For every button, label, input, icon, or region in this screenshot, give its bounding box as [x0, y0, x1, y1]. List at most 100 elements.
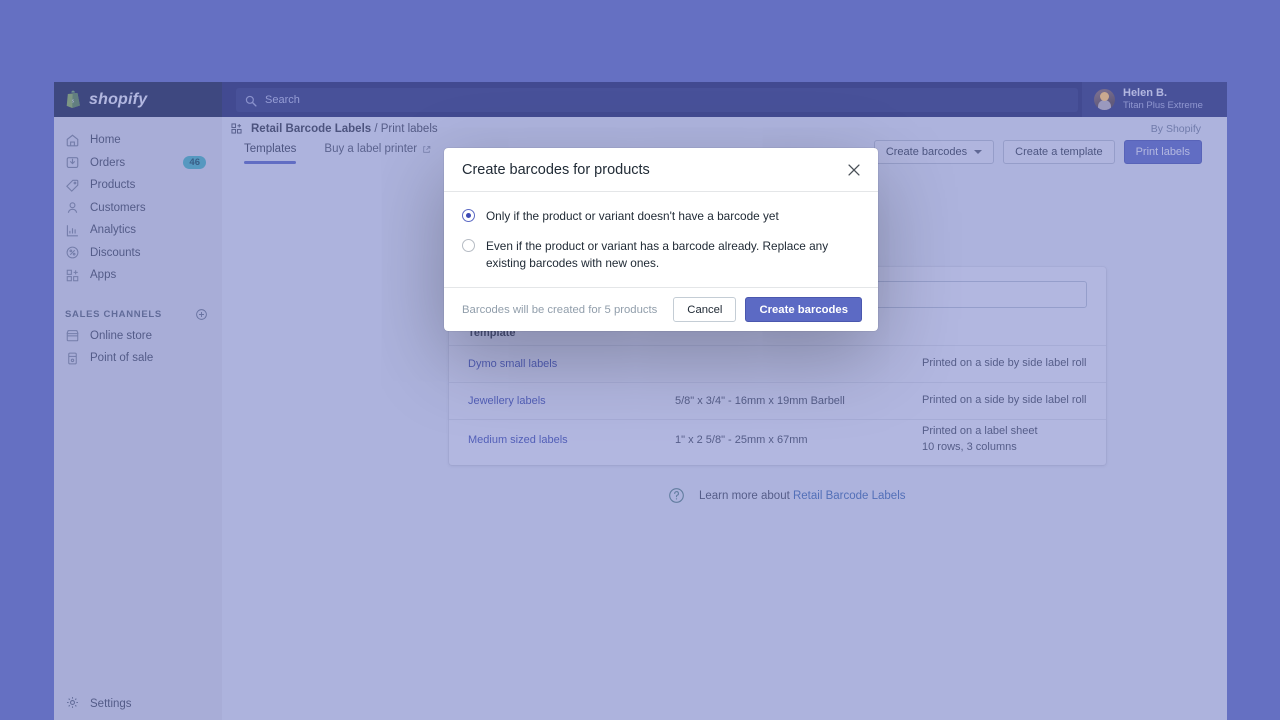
print-labels-label: Print labels	[1136, 146, 1190, 158]
table-row[interactable]: Medium sized labels 1" x 2 5/8" - 25mm x…	[449, 420, 1106, 460]
breadcrumb-text: Retail Barcode Labels / Print labels	[251, 123, 438, 135]
orders-count-badge: 46	[183, 156, 206, 169]
sales-channels-title: SALES CHANNELS	[65, 309, 162, 320]
sidebar-item-label: Analytics	[90, 224, 136, 236]
sidebar-item-label: Discounts	[90, 247, 141, 259]
global-search-placeholder: Search	[265, 94, 300, 106]
template-name[interactable]: Medium sized labels	[468, 434, 675, 446]
plus-circle-icon[interactable]	[195, 308, 208, 321]
sidebar-item-online-store[interactable]: Online store	[54, 325, 222, 348]
modal-title: Create barcodes for products	[462, 162, 650, 178]
orders-inbox-icon	[65, 155, 80, 170]
shopify-bag-icon: s	[65, 90, 82, 109]
screen-root: s shopify Search Helen B. Tita	[0, 0, 1280, 720]
storefront-icon	[65, 328, 80, 343]
template-name[interactable]: Dymo small labels	[468, 358, 675, 370]
sidebar-item-discounts[interactable]: Discounts	[54, 242, 222, 265]
template-size: 5/8" x 3/4" - 16mm x 19mm Barbell	[675, 395, 922, 407]
tab-templates[interactable]: Templates	[244, 140, 296, 155]
modal-footer-note: Barcodes will be created for 5 products	[462, 304, 657, 316]
create-template-label: Create a template	[1015, 146, 1102, 158]
radio-label: Only if the product or variant doesn't h…	[486, 208, 779, 225]
table-row[interactable]: Dymo small labels Printed on a side by s…	[449, 346, 1106, 383]
avatar	[1094, 89, 1115, 110]
create-barcodes-modal: Create barcodes for products Only if the…	[444, 148, 878, 331]
modal-footer-buttons: Cancel Create barcodes	[673, 297, 862, 322]
template-description: Printed on a side by side label roll	[922, 393, 1106, 409]
create-barcodes-confirm-button[interactable]: Create barcodes	[745, 297, 862, 322]
pos-device-icon	[65, 351, 80, 366]
template-name[interactable]: Jewellery labels	[468, 395, 675, 407]
sidebar-item-label: Online store	[90, 330, 152, 342]
bar-chart-icon	[65, 223, 80, 238]
radio-button[interactable]	[462, 239, 475, 252]
sidebar-item-label: Point of sale	[90, 352, 153, 364]
question-circle-icon	[668, 487, 685, 504]
radio-button[interactable]	[462, 209, 475, 222]
breadcrumb-separator: /	[371, 123, 381, 135]
sidebar-item-label: Products	[90, 179, 135, 191]
tab-buy-a-label-printer[interactable]: Buy a label printer	[324, 140, 431, 155]
search-icon	[245, 94, 257, 106]
sidebar-item-label: Customers	[90, 202, 146, 214]
sidebar-item-analytics[interactable]: Analytics	[54, 219, 222, 242]
by-shopify-label: By Shopify	[1151, 123, 1201, 135]
sidebar: Home Orders 46	[54, 117, 222, 720]
sidebar-item-label: Settings	[90, 698, 132, 710]
create-barcodes-button[interactable]: Create barcodes	[874, 140, 994, 164]
retail-barcode-labels-link[interactable]: Retail Barcode Labels	[793, 490, 906, 502]
template-description: Printed on a side by side label roll	[922, 356, 1106, 372]
sidebar-item-customers[interactable]: Customers	[54, 197, 222, 220]
modal-body: Only if the product or variant doesn't h…	[444, 192, 878, 287]
sidebar-item-orders[interactable]: Orders 46	[54, 152, 222, 175]
learn-more-prefix: Learn more about	[699, 490, 793, 502]
global-search-input[interactable]: Search	[236, 88, 1078, 112]
sidebar-item-apps[interactable]: Apps	[54, 264, 222, 287]
print-labels-button[interactable]: Print labels	[1124, 140, 1202, 164]
modal-header: Create barcodes for products	[444, 148, 878, 192]
sidebar-item-label: Apps	[90, 269, 116, 281]
sidebar-item-label: Orders	[90, 157, 125, 169]
radio-option-replace-existing[interactable]: Even if the product or variant has a bar…	[462, 238, 860, 272]
chevron-down-icon	[974, 150, 982, 154]
apps-grid-icon	[65, 268, 80, 283]
close-icon[interactable]	[845, 161, 863, 179]
create-a-template-button[interactable]: Create a template	[1003, 140, 1114, 164]
shopify-wordmark: shopify	[89, 91, 147, 109]
shopify-logo[interactable]: s shopify	[54, 82, 222, 117]
top-bar: s shopify Search Helen B. Tita	[54, 82, 1227, 117]
page-actions: Create barcodes Create a template Print …	[874, 140, 1202, 164]
breadcrumb-app[interactable]: Retail Barcode Labels	[251, 123, 371, 135]
store-name: Titan Plus Extreme	[1123, 100, 1203, 112]
sales-channels-header: SALES CHANNELS	[54, 305, 222, 325]
sidebar-item-products[interactable]: Products	[54, 174, 222, 197]
percent-circle-icon	[65, 245, 80, 260]
gear-icon	[65, 695, 80, 713]
external-link-icon	[422, 145, 431, 154]
tab-label: Buy a label printer	[324, 143, 417, 155]
sidebar-item-point-of-sale[interactable]: Point of sale	[54, 347, 222, 370]
breadcrumb: Retail Barcode Labels / Print labels By …	[222, 117, 1227, 140]
user-menu[interactable]: Helen B. Titan Plus Extreme	[1082, 82, 1227, 117]
home-icon	[65, 133, 80, 148]
learn-more-row: Learn more about Retail Barcode Labels	[668, 487, 906, 504]
sidebar-item-label: Home	[90, 134, 121, 146]
cancel-button[interactable]: Cancel	[673, 297, 736, 322]
learn-more-text: Learn more about Retail Barcode Labels	[699, 490, 906, 502]
radio-option-only-if-missing[interactable]: Only if the product or variant doesn't h…	[462, 208, 860, 225]
breadcrumb-page: Print labels	[381, 123, 438, 135]
table-row[interactable]: Jewellery labels 5/8" x 3/4" - 16mm x 19…	[449, 383, 1106, 420]
radio-label: Even if the product or variant has a bar…	[486, 238, 860, 272]
sidebar-item-settings[interactable]: Settings	[54, 693, 222, 715]
person-icon	[65, 200, 80, 215]
user-info: Helen B. Titan Plus Extreme	[1123, 87, 1203, 113]
apps-grid-icon	[230, 122, 243, 135]
create-barcodes-label: Create barcodes	[886, 146, 967, 158]
tag-icon	[65, 178, 80, 193]
sidebar-nav-list: Home Orders 46	[54, 117, 222, 287]
sidebar-item-home[interactable]: Home	[54, 129, 222, 152]
user-name: Helen B.	[1123, 87, 1203, 101]
template-description: Printed on a label sheet 10 rows, 3 colu…	[922, 424, 1106, 456]
modal-footer: Barcodes will be created for 5 products …	[444, 287, 878, 331]
tab-label: Templates	[244, 143, 296, 155]
